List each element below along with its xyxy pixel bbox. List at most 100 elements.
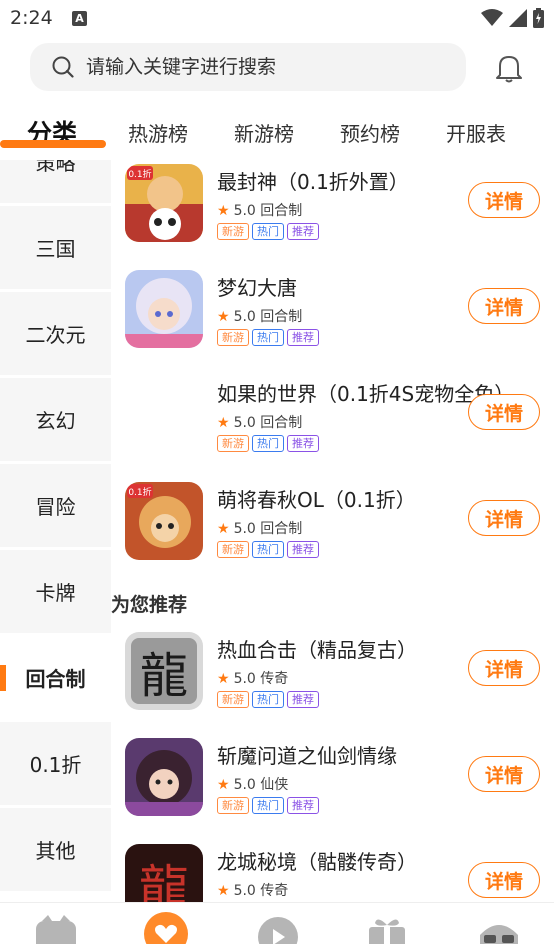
game-rating: 5.0: [233, 777, 256, 793]
game-pad-icon[interactable]: [34, 915, 78, 944]
game-meta: ★ 5.0 仙侠: [217, 774, 288, 794]
signal-icon: [509, 9, 527, 27]
game-meta: ★ 5.0 回合制: [217, 412, 302, 432]
sidebar-item-label: 策略: [35, 160, 76, 175]
list-item[interactable]: 如果的世界（0.1折4S宠物全免） ★ 5.0 回合制 新游 热门 推荐 详情: [111, 372, 554, 472]
game-meta: ★ 5.0 回合制: [217, 306, 302, 326]
detail-button[interactable]: 详情: [468, 756, 540, 792]
detail-button[interactable]: 详情: [468, 862, 540, 898]
tag-group: 新游 热门 推荐: [217, 691, 319, 708]
game-icon: 0.1折: [125, 164, 203, 242]
tag-new: 新游: [217, 691, 249, 708]
list-item[interactable]: 龍 龙城秘境（骷髅传奇） ★ 5.0 传奇 详情: [111, 840, 554, 902]
detail-button[interactable]: 详情: [468, 182, 540, 218]
tag-new: 新游: [217, 541, 249, 558]
sidebar-item-card[interactable]: 卡牌: [0, 550, 111, 633]
heart-active-icon[interactable]: [143, 911, 189, 944]
game-genre: 传奇: [260, 671, 289, 687]
search-box[interactable]: [30, 43, 466, 91]
detail-button[interactable]: 详情: [468, 650, 540, 686]
icon-char: 龍: [139, 860, 189, 902]
icon-badge: 0.1折: [128, 486, 151, 498]
tag-group: 新游 热门 推荐: [217, 797, 319, 814]
tag-recommend: 推荐: [287, 691, 319, 708]
profile-glasses-icon[interactable]: [476, 915, 522, 944]
video-icon[interactable]: [256, 915, 300, 944]
notification-icon: A: [72, 11, 87, 26]
tag-hot: 热门: [252, 797, 284, 814]
game-title: 龙城秘境（骷髅传奇）: [217, 850, 417, 874]
tab-new-games[interactable]: 新游榜: [234, 118, 294, 147]
sidebar-item-turn-based[interactable]: 回合制: [0, 636, 111, 719]
game-rating: 5.0: [233, 671, 256, 687]
game-icon: 龍: [125, 844, 203, 902]
recommend-section-title: 为您推荐: [111, 594, 188, 616]
tag-hot: 热门: [252, 691, 284, 708]
tag-hot: 热门: [252, 541, 284, 558]
tag-recommend: 推荐: [287, 223, 319, 240]
list-item[interactable]: 0.1折 萌将春秋OL（0.1折） ★ 5.0 回合制 新游 热门 推荐 详情: [111, 478, 554, 578]
game-title: 最封神（0.1折外置）: [217, 170, 409, 194]
sidebar-item-three-kingdoms[interactable]: 三国: [0, 206, 111, 289]
icon-char: 龍: [140, 648, 188, 704]
game-list: 0.1折 最封神（0.1折外置） ★ 5.0 回合制 新游 热门 推荐 详情 梦幻…: [111, 160, 554, 902]
sidebar-item-discount[interactable]: 0.1折: [0, 722, 111, 805]
game-genre: 传奇: [260, 883, 289, 899]
sidebar-active-marker: [0, 665, 6, 691]
tab-reservation[interactable]: 预约榜: [340, 118, 400, 147]
sidebar-item-adventure[interactable]: 冒险: [0, 464, 111, 547]
sidebar-item-label: 三国: [35, 237, 76, 261]
sidebar-item-strategy[interactable]: 策略: [0, 160, 111, 203]
status-icons: [481, 8, 544, 28]
sidebar-item-anime[interactable]: 二次元: [0, 292, 111, 375]
list-item[interactable]: 梦幻大唐 ★ 5.0 回合制 新游 热门 推荐 详情: [111, 266, 554, 366]
game-rating: 5.0: [233, 883, 256, 899]
battery-icon: [533, 8, 544, 28]
sidebar-item-fantasy[interactable]: 玄幻: [0, 378, 111, 461]
sidebar-item-label: 二次元: [25, 323, 86, 347]
sidebar-item-label: 玄幻: [35, 409, 76, 433]
game-rating: 5.0: [233, 309, 256, 325]
icon-badge: 0.1折: [128, 168, 151, 180]
star-icon: ★: [217, 883, 230, 899]
game-icon: [125, 738, 203, 816]
game-title: 萌将春秋OL（0.1折）: [217, 488, 416, 512]
detail-button[interactable]: 详情: [468, 394, 540, 430]
active-tab-indicator: [0, 140, 106, 148]
list-item[interactable]: 龍 热血合击（精品复古） ★ 5.0 传奇 新游 热门 推荐 详情: [111, 628, 554, 728]
detail-button[interactable]: 详情: [468, 500, 540, 536]
tab-hot-games[interactable]: 热游榜: [128, 118, 188, 147]
tag-group: 新游 热门 推荐: [217, 329, 319, 346]
sidebar-item-label: 回合制: [25, 667, 86, 691]
game-meta: ★ 5.0 回合制: [217, 200, 302, 220]
status-bar: 2:24 A: [0, 0, 554, 36]
game-icon: [125, 270, 203, 348]
sidebar-item-label: 0.1折: [29, 753, 82, 777]
game-meta: ★ 5.0 传奇: [217, 880, 288, 900]
search-input[interactable]: [86, 43, 446, 91]
tag-hot: 热门: [252, 435, 284, 452]
sidebar-item-label: 其他: [35, 839, 76, 863]
game-genre: 回合制: [260, 415, 303, 431]
top-tabs: 分类 热游榜 新游榜 预约榜 开服表: [0, 108, 554, 158]
list-item[interactable]: 斩魔问道之仙剑情缘 ★ 5.0 仙侠 新游 热门 推荐 详情: [111, 734, 554, 834]
sidebar-item-other[interactable]: 其他: [0, 808, 111, 891]
gift-icon[interactable]: [365, 915, 409, 944]
tab-server-schedule[interactable]: 开服表: [446, 118, 506, 147]
tag-new: 新游: [217, 223, 249, 240]
list-item[interactable]: 0.1折 最封神（0.1折外置） ★ 5.0 回合制 新游 热门 推荐 详情: [111, 160, 554, 260]
sidebar-item-label: 卡牌: [35, 581, 76, 605]
star-icon: ★: [217, 521, 230, 537]
tag-recommend: 推荐: [287, 435, 319, 452]
search-icon: [52, 56, 74, 78]
game-meta: ★ 5.0 传奇: [217, 668, 288, 688]
game-meta: ★ 5.0 回合制: [217, 518, 302, 538]
detail-button[interactable]: 详情: [468, 288, 540, 324]
tag-group: 新游 热门 推荐: [217, 541, 319, 558]
game-rating: 5.0: [233, 203, 256, 219]
bell-icon[interactable]: [495, 53, 523, 83]
star-icon: ★: [217, 671, 230, 687]
star-icon: ★: [217, 203, 230, 219]
sidebar-item-label: 冒险: [35, 495, 76, 519]
tag-recommend: 推荐: [287, 541, 319, 558]
